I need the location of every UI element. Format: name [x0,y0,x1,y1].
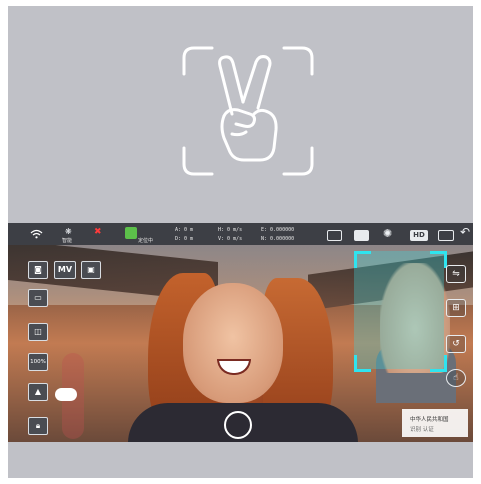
n-coordinate: N: 0.000000 [261,236,295,242]
image-icon[interactable] [438,230,454,241]
mv-button[interactable]: MV [54,261,76,279]
gps-icon [125,227,137,239]
lock-icon: 🔒︎ [35,421,41,430]
zoom-percent-button[interactable]: 100% [28,353,48,371]
video-icon: ▣ [87,265,95,274]
logo-caption: 智能 [62,238,73,244]
camera-icon: ◙ [34,265,42,274]
hd-button[interactable]: HD [410,230,428,241]
split-screen-icon: ◫ [34,327,42,336]
photo-mode-button[interactable]: ◙ [28,261,48,279]
peace-sign-gesture-icon [182,46,314,176]
record-button[interactable]: ▭ [28,289,48,307]
camera-icon[interactable] [327,230,342,241]
detect-corner [430,355,447,372]
record-icon: ▭ [34,293,42,302]
flip-icon: ⇋ [452,269,460,279]
navigate-icon: ▲ [34,387,42,396]
horizontal-speed: H: 0 m/s [218,227,243,233]
return-icon: ↺ [452,339,460,349]
watermark-label: 中华人民共和国 识别 认证 [402,409,468,437]
wifi-icon [30,229,43,239]
detect-corner [430,251,447,268]
gps-caption: 定位中 [138,238,154,244]
navigate-button[interactable]: ▲ [28,383,48,401]
grid-icon: ⊞ [452,303,460,313]
drone-logo-icon: ❋ [65,227,72,236]
gesture-icon: ☝ [453,373,459,383]
status-bar: ❋ 智能 ✖ 定位中 A: 0 m D: 0 m H: 0 m/s V: 0 m… [8,223,473,245]
camera-viewfinder[interactable]: ❋ 智能 ✖ 定位中 A: 0 m D: 0 m H: 0 m/s V: 0 m… [8,223,473,442]
gallery-icon[interactable] [354,230,369,241]
watermark-line1: 中华人民共和国 [410,417,449,423]
video-mode-button[interactable]: ▣ [81,261,101,279]
flip-button[interactable]: ⇋ [446,265,466,283]
lock-button[interactable]: 🔒︎ [28,417,48,435]
signal-badge-icon: ✖ [94,227,102,237]
back-icon[interactable]: ↶ [460,226,470,238]
detect-corner [354,251,371,268]
vertical-speed: V: 0 m/s [218,236,243,242]
gesture-detection-box [354,251,444,369]
distance-value: D: 0 m [175,236,194,242]
subject-face [183,283,283,403]
return-button[interactable]: ↺ [446,335,466,353]
card-bottom [8,442,473,478]
split-screen-button[interactable]: ◫ [28,323,48,341]
shutter-button[interactable] [224,411,252,439]
e-coordinate: E: 0.000000 [261,227,295,233]
altitude-value: A: 0 m [175,227,194,233]
throttle-slider-knob[interactable] [55,388,77,401]
detect-corner [354,355,371,372]
grid-button[interactable]: ⊞ [446,299,466,317]
settings-icon[interactable]: ✺ [383,228,392,239]
watermark-line2: 识别 认证 [410,427,434,433]
gesture-button[interactable]: ☝ [446,369,466,387]
